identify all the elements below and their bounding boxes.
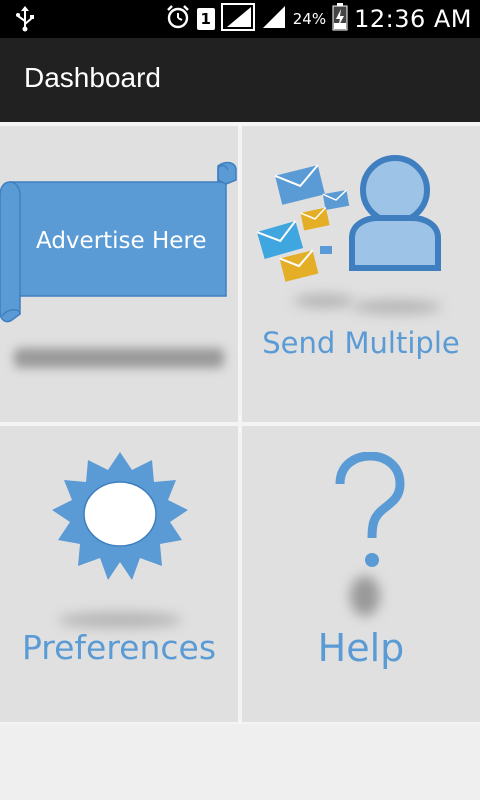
empty-area [0,724,480,800]
action-bar: Dashboard [0,38,480,122]
tile-advertise[interactable]: Advertise Here [0,126,238,422]
battery-charging-icon [332,3,348,35]
tile-label-advertise: Advertise Here [36,228,207,254]
battery-percent: 24% [292,10,327,28]
tile-label-preferences: Preferences [21,628,217,667]
shadow [58,612,182,628]
tile-label-send-multiple: Send Multiple [262,326,460,360]
tile-send-multiple[interactable]: Send Multiple [242,126,480,422]
page-title: Dashboard [24,62,161,93]
status-time: 12:36 AM [354,5,472,33]
tile-label-help: Help [317,626,405,670]
signal-icon-2 [261,4,287,34]
signal-icon [220,3,255,35]
tile-preferences[interactable]: Preferences [0,426,238,722]
shadow [352,300,442,314]
usb-icon [14,6,36,36]
dashboard-grid: Advertise Here Send Multiple Preferences… [0,122,480,724]
shadow [294,294,354,308]
tile-help[interactable]: Help [242,426,480,722]
status-bar: 1 24% 12:36 AM [0,0,480,38]
alarm-icon [165,4,191,34]
shadow [350,576,380,616]
sim-icon: 1 [196,8,215,30]
blurred-text [14,348,224,368]
